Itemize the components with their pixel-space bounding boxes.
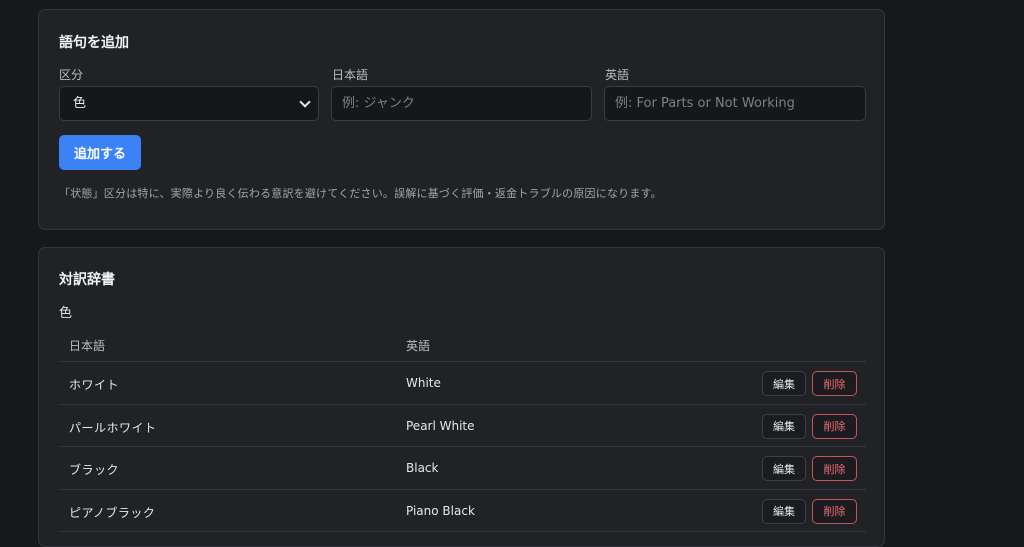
cell-english: Pearl White — [406, 418, 475, 433]
delete-button[interactable]: 削除 — [812, 371, 857, 396]
delete-button[interactable]: 削除 — [812, 413, 857, 439]
table-row: ブラック Black 編集 削除 — [59, 447, 866, 490]
japanese-label: 日本語 — [332, 68, 369, 82]
cell-japanese: ブラック — [69, 463, 120, 477]
add-term-panel: 語句を追加 区分 色 日本語 英語 追加する 「状態」区分は特に、実際より良く伝… — [38, 9, 885, 230]
edit-button[interactable]: 編集 — [762, 413, 806, 439]
english-label: 英語 — [605, 68, 630, 82]
add-term-title: 語句を追加 — [59, 35, 129, 51]
table-row: ピアノブラック Piano Black 編集 削除 — [59, 490, 866, 532]
table-row: ホワイト White 編集 削除 — [59, 362, 866, 405]
group-label: 色 — [59, 306, 73, 321]
cell-english: Piano Black — [406, 503, 475, 518]
header-english: 英語 — [406, 339, 431, 353]
english-input[interactable] — [604, 86, 866, 121]
cell-english: Black — [406, 461, 439, 475]
dictionary-panel: 対訳辞書 色 日本語 英語 ホワイト White 編集 削除 パールホワイト P… — [38, 247, 885, 547]
cell-japanese: パールホワイト — [69, 420, 157, 435]
category-note: 「状態」区分は特に、実際より良く伝わる意訳を避けてください。誤解に基づく評価・返… — [59, 187, 662, 200]
delete-button[interactable]: 削除 — [812, 498, 857, 524]
category-select-wrapper: 色 — [59, 86, 319, 121]
dictionary-title: 対訳辞書 — [59, 272, 115, 288]
cell-english: White — [406, 376, 441, 390]
table-row: パールホワイト Pearl White 編集 削除 — [59, 405, 866, 447]
japanese-input[interactable] — [331, 86, 592, 121]
edit-button[interactable]: 編集 — [762, 456, 806, 481]
add-button[interactable]: 追加する — [59, 135, 141, 170]
header-japanese: 日本語 — [69, 339, 106, 353]
category-label: 区分 — [59, 68, 84, 82]
cell-japanese: ホワイト — [69, 378, 120, 392]
edit-button[interactable]: 編集 — [762, 371, 806, 396]
delete-button[interactable]: 削除 — [812, 456, 857, 481]
edit-button[interactable]: 編集 — [762, 498, 806, 524]
cell-japanese: ピアノブラック — [69, 505, 156, 520]
category-select[interactable]: 色 — [59, 86, 319, 121]
table-header: 日本語 英語 — [59, 328, 866, 362]
dictionary-table: 日本語 英語 ホワイト White 編集 削除 パールホワイト Pearl Wh… — [59, 328, 866, 532]
